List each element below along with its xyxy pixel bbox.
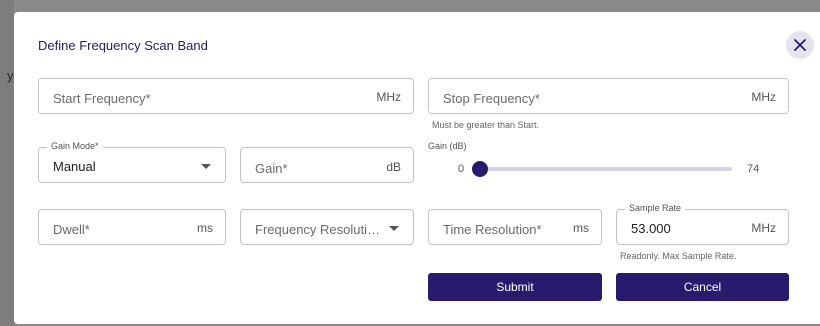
submit-button[interactable]: Submit (428, 273, 602, 301)
stop-frequency-placeholder: Stop Frequency* (443, 91, 540, 106)
gain-slider-track[interactable] (480, 167, 732, 171)
gain-placeholder: Gain* (255, 161, 288, 176)
chevron-down-icon (201, 164, 211, 169)
gain-slider-label: Gain (dB) (428, 141, 467, 151)
sample-rate-unit: MHz (751, 221, 776, 235)
close-icon (794, 39, 806, 51)
gain-mode-legend: Gain Mode* (47, 141, 103, 151)
scan-band-dialog: Define Frequency Scan Band Start Frequen… (14, 12, 820, 324)
start-frequency-unit: MHz (376, 90, 401, 104)
cancel-button[interactable]: Cancel (616, 273, 789, 301)
time-resolution-placeholder: Time Resolution* (443, 222, 542, 237)
sample-rate-value: 53.000 (631, 221, 671, 236)
start-frequency-placeholder: Start Frequency* (53, 91, 151, 106)
stop-frequency-unit: MHz (751, 90, 776, 104)
chevron-down-icon (389, 226, 399, 231)
gain-input[interactable]: Gain* dB (240, 147, 414, 183)
time-resolution-unit: ms (573, 221, 589, 235)
frequency-resolution-placeholder: Frequency Resoluti… (255, 222, 380, 237)
gain-mode-value: Manual (53, 159, 96, 174)
gain-slider-min: 0 (458, 163, 465, 175)
time-resolution-input[interactable]: Time Resolution* ms (428, 209, 602, 245)
sample-rate-input: Sample Rate 53.000 MHz (616, 203, 789, 245)
sample-rate-helper: Readonly. Max Sample Rate. (620, 251, 737, 261)
dialog-title: Define Frequency Scan Band (38, 38, 208, 53)
close-button[interactable] (786, 31, 814, 59)
frequency-resolution-select[interactable]: Frequency Resoluti… (240, 209, 414, 245)
gain-slider-max: 74 (747, 163, 760, 175)
start-frequency-input[interactable]: Start Frequency* MHz (38, 78, 414, 114)
gain-slider-thumb[interactable] (472, 161, 488, 177)
dwell-unit: ms (197, 221, 213, 235)
gain-unit: dB (386, 160, 401, 174)
stop-frequency-input[interactable]: Stop Frequency* MHz (428, 78, 789, 114)
backdrop-strip (0, 0, 14, 326)
dwell-placeholder: Dwell* (53, 222, 90, 237)
stop-frequency-helper: Must be greater than Start. (432, 120, 540, 130)
dwell-input[interactable]: Dwell* ms (38, 209, 226, 245)
gain-mode-select[interactable]: Gain Mode* Manual (38, 141, 226, 183)
backdrop-text: y (7, 68, 14, 83)
sample-rate-legend: Sample Rate (625, 203, 686, 213)
